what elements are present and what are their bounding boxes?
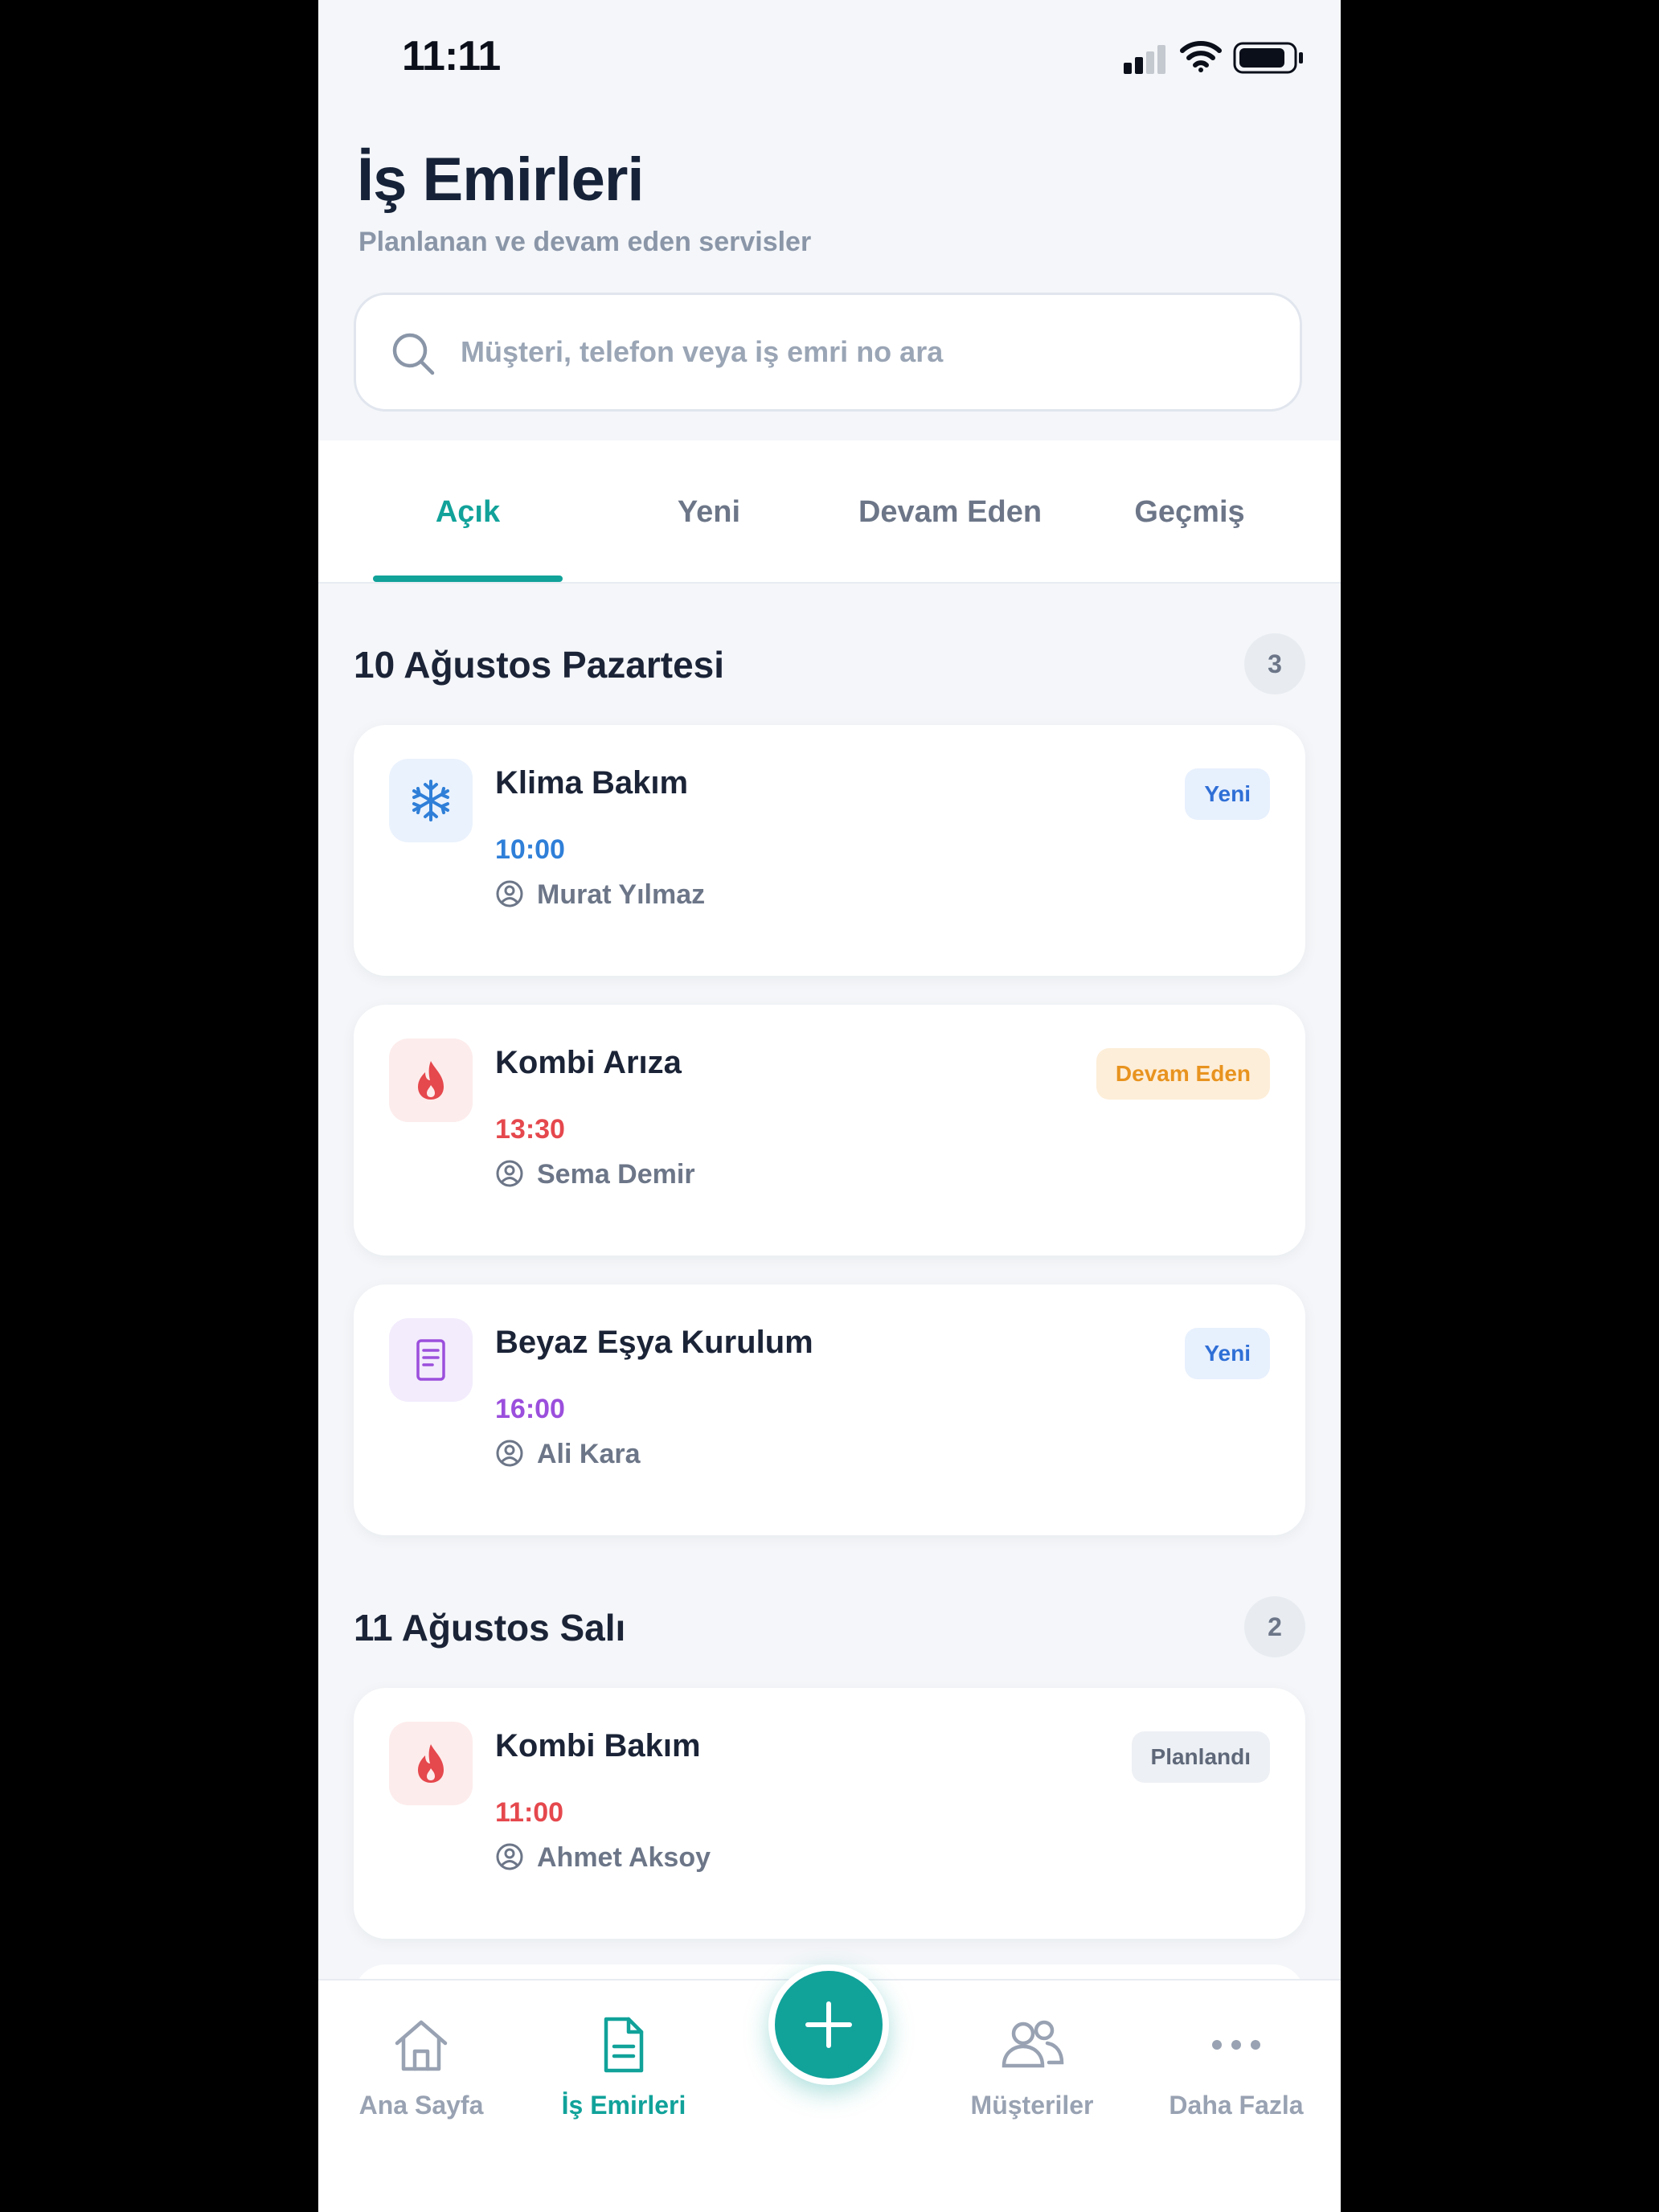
work-order-time: 11:00 — [495, 1797, 564, 1828]
page-subtitle: Planlanan ve devam eden servisler — [358, 227, 812, 257]
section-date-title: 11 Ağustos Salı — [354, 1607, 626, 1649]
section-date-title: 10 Ağustos Pazartesi — [354, 644, 725, 686]
work-order-card[interactable]: Beyaz Eşya Kurulum Yeni 16:00 Ali Kara — [354, 1284, 1305, 1535]
customer-name: Ali Kara — [537, 1439, 641, 1469]
customer-row: Murat Yılmaz — [495, 879, 705, 911]
user-circle-icon — [496, 1843, 523, 1870]
tab-gecmis[interactable]: Geçmiş — [1085, 495, 1294, 530]
tab-yeni[interactable]: Yeni — [604, 495, 813, 530]
status-bar: 11:11 — [318, 0, 1341, 121]
customer-row: Ahmet Aksoy — [495, 1842, 711, 1874]
battery-icon — [1233, 42, 1305, 78]
add-work-order-button[interactable] — [768, 1964, 889, 2085]
work-order-title: Klima Bakım — [495, 765, 689, 801]
plus-icon — [805, 2001, 852, 2048]
tab-devam-eden[interactable]: Devam Eden — [846, 495, 1055, 530]
nav-label: Müşteriler — [970, 2091, 1094, 2120]
work-order-card[interactable]: Klima Bakım Yeni 10:00 Murat Yılmaz — [354, 725, 1305, 976]
user-circle-icon — [496, 1160, 523, 1187]
wifi-icon — [1180, 40, 1222, 76]
snowflake-icon — [389, 759, 473, 842]
signal-icon — [1124, 45, 1169, 78]
section-count-badge: 3 — [1244, 633, 1305, 694]
work-order-card[interactable]: Kombi Bakım Planlandı 11:00 Ahmet Aksoy — [354, 1688, 1305, 1939]
search-placeholder: Müşteri, telefon veya iş emri no ara — [461, 335, 944, 368]
search-icon — [390, 330, 438, 383]
more-icon — [1212, 2040, 1260, 2050]
document-icon — [389, 1318, 473, 1402]
tab-acik[interactable]: Açık — [363, 495, 572, 530]
customer-row: Ali Kara — [495, 1439, 641, 1470]
nav-label: Ana Sayfa — [358, 2091, 484, 2120]
nav-musteriler[interactable]: Müşteriler — [944, 2013, 1120, 2120]
user-circle-icon — [496, 880, 523, 907]
work-order-time: 16:00 — [495, 1394, 565, 1424]
work-order-title: Kombi Bakım — [495, 1728, 701, 1763]
customer-name: Ahmet Aksoy — [537, 1842, 711, 1873]
home-icon — [395, 2020, 448, 2071]
customer-row: Sema Demir — [495, 1159, 695, 1190]
status-badge: Devam Eden — [1096, 1048, 1270, 1100]
work-order-card[interactable]: Kombi Arıza Devam Eden 13:30 Sema Demir — [354, 1005, 1305, 1256]
flame-icon — [389, 1722, 473, 1805]
work-order-title: Kombi Arıza — [495, 1045, 682, 1080]
customer-name: Sema Demir — [537, 1159, 695, 1190]
flame-icon — [389, 1038, 473, 1122]
active-tab-indicator — [373, 576, 563, 582]
work-order-time: 13:30 — [495, 1114, 565, 1145]
user-circle-icon — [496, 1440, 523, 1467]
status-badge: Yeni — [1185, 768, 1270, 820]
users-icon — [1002, 2020, 1064, 2068]
document-icon — [604, 2017, 644, 2073]
nav-is-emirleri[interactable]: İş Emirleri — [535, 2013, 712, 2120]
nav-label: İş Emirleri — [561, 2091, 686, 2120]
nav-daha-fazla[interactable]: Daha Fazla — [1148, 2013, 1325, 2120]
status-time: 11:11 — [402, 33, 501, 80]
tab-bar: Açık Yeni Devam Eden Geçmiş — [318, 440, 1341, 584]
search-input[interactable]: Müşteri, telefon veya iş emri no ara — [354, 293, 1302, 412]
nav-label: Daha Fazla — [1169, 2091, 1304, 2120]
status-badge: Yeni — [1185, 1328, 1270, 1379]
phone-screen: 11:11 İş Emirleri Planlanan ve devam ede… — [318, 0, 1341, 2212]
work-order-time: 10:00 — [495, 834, 565, 865]
section-count-badge: 2 — [1244, 1596, 1305, 1657]
page-title: İş Emirleri — [357, 145, 645, 214]
status-badge: Planlandı — [1131, 1731, 1270, 1783]
nav-ana-sayfa[interactable]: Ana Sayfa — [333, 2013, 510, 2120]
work-order-title: Beyaz Eşya Kurulum — [495, 1325, 813, 1360]
customer-name: Murat Yılmaz — [537, 879, 706, 910]
